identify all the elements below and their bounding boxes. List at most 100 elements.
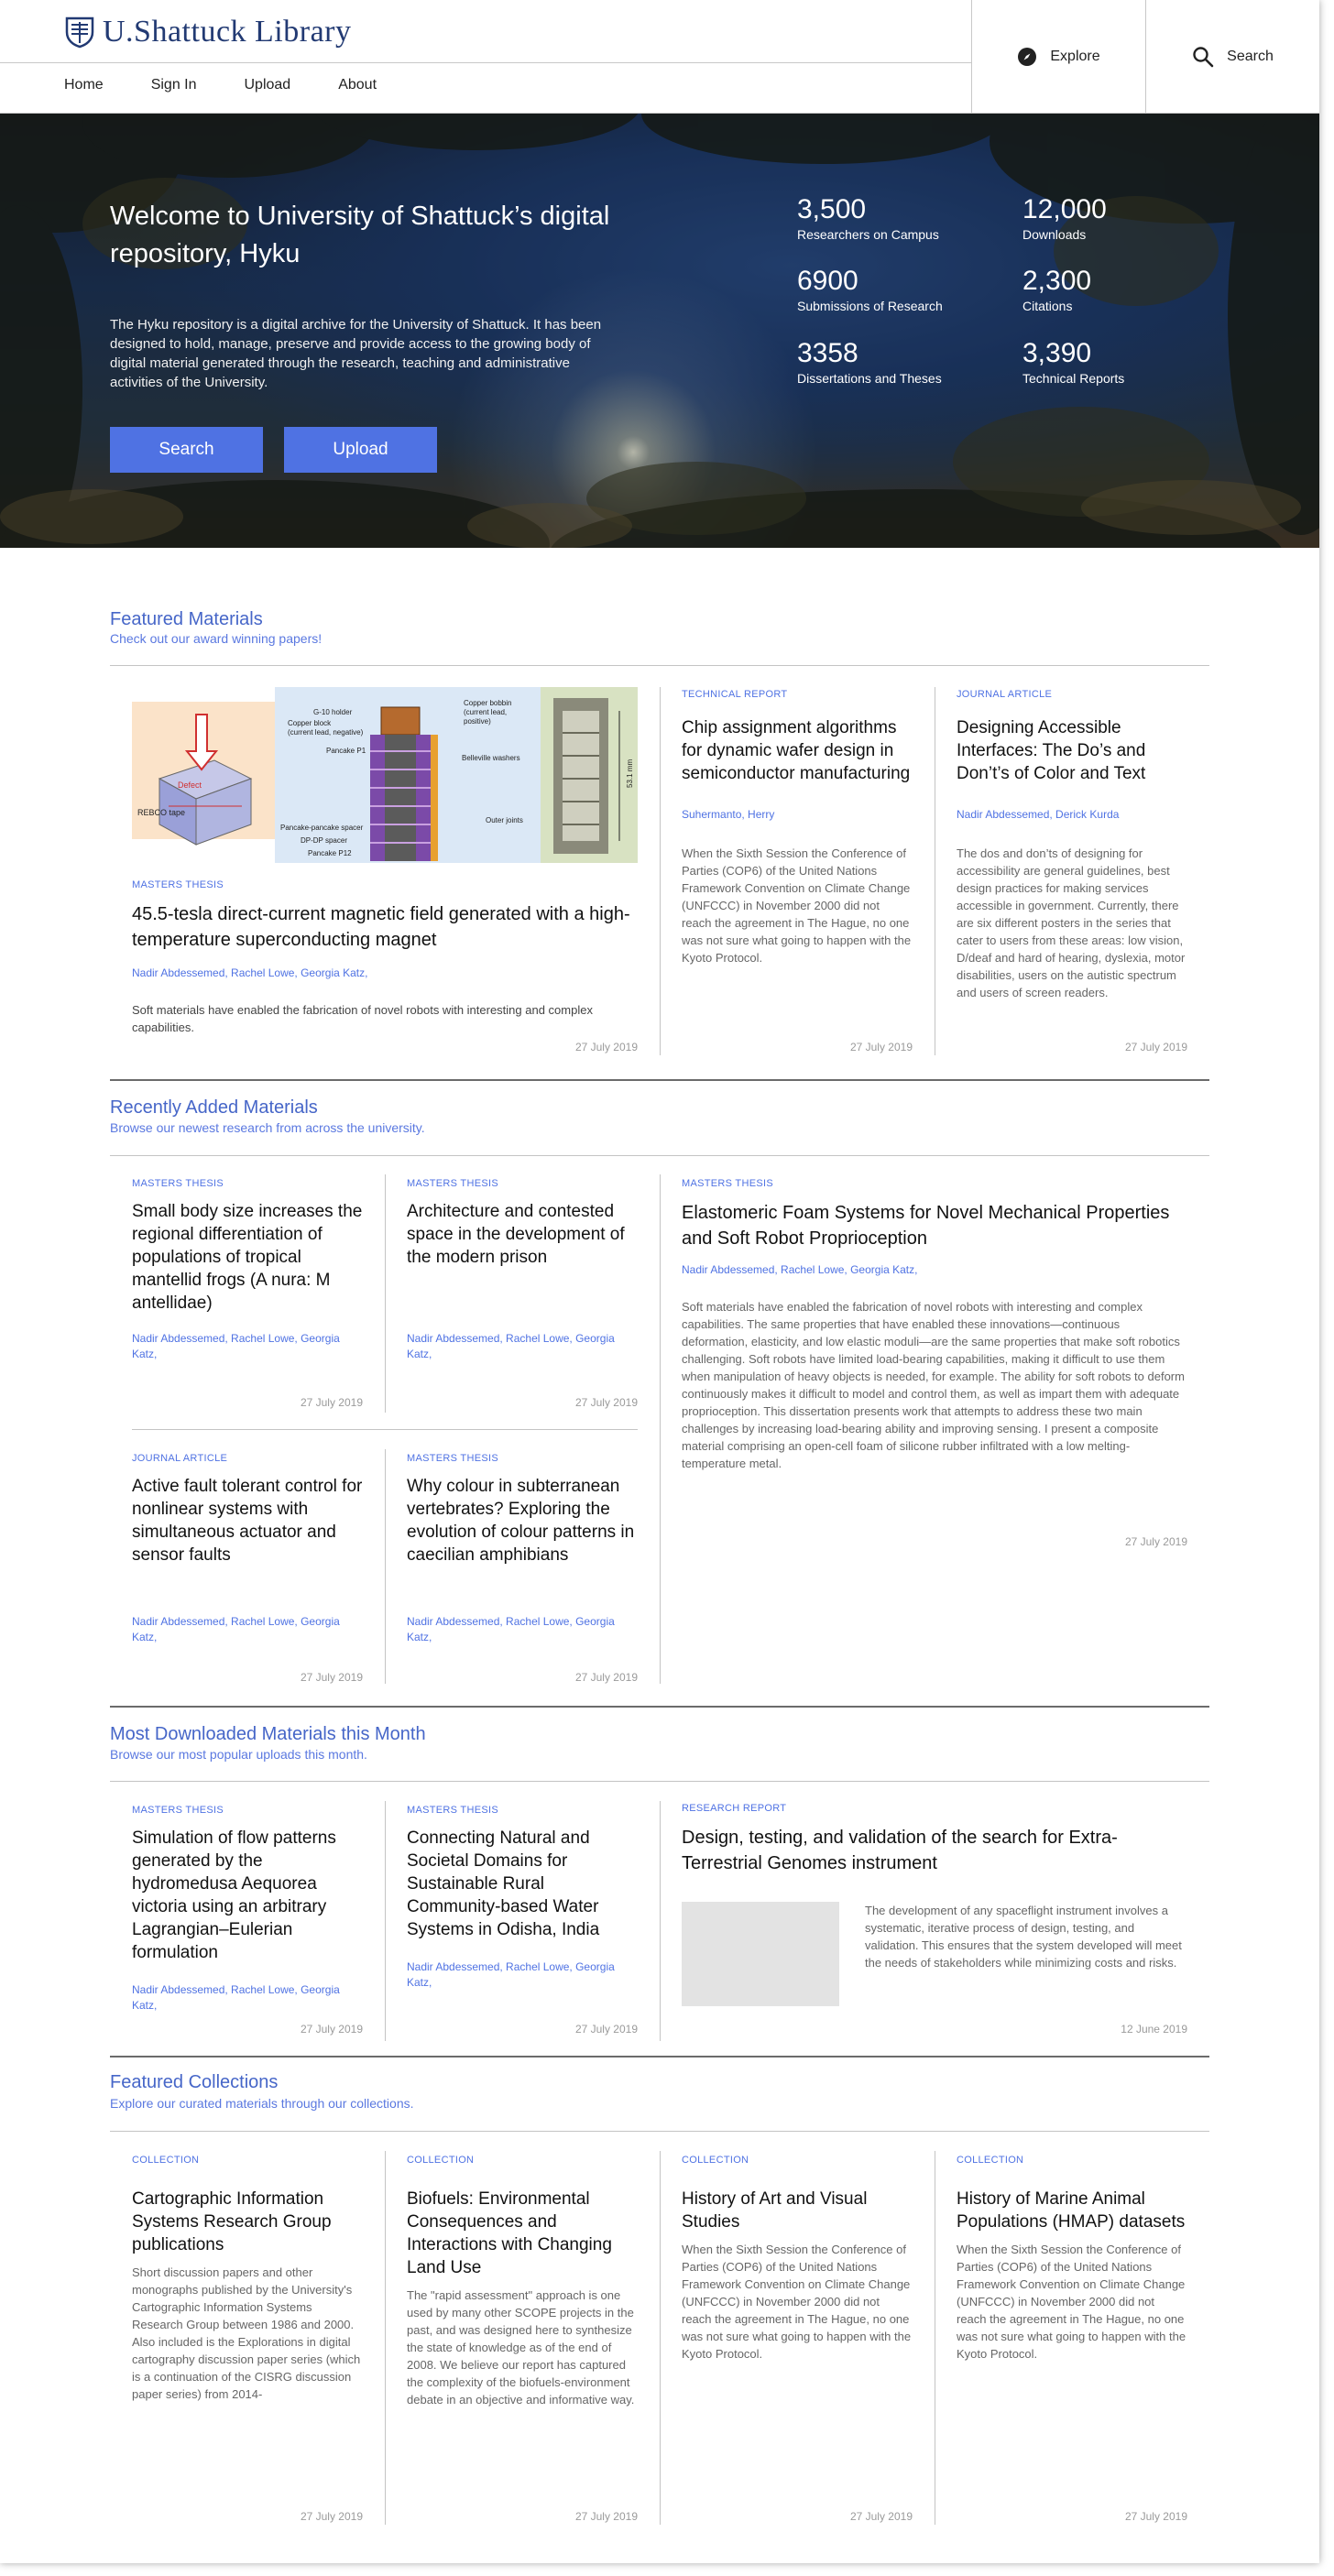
nav-about[interactable]: About	[338, 77, 377, 93]
card-type: MASTERS THESIS	[407, 1805, 498, 1816]
downloaded-card[interactable]: MASTERS THESIS Simulation of flow patter…	[132, 1805, 363, 2037]
card-date: 27 July 2019	[300, 2023, 363, 2036]
card-type: JOURNAL ARTICLE	[132, 1453, 228, 1464]
card-description: The "rapid assessment" approach is one u…	[407, 2288, 635, 2407]
hero-description: The Hyku repository is a digital archive…	[110, 317, 602, 390]
collection-card[interactable]: COLLECTION History of Marine Animal Popu…	[957, 2155, 1187, 2525]
stat-dissertations: 3358 Dissertations and Theses	[797, 338, 942, 386]
card-authors[interactable]: Nadir Abdessemed, Rachel Lowe, Georgia K…	[132, 966, 638, 981]
brand[interactable]: U.Shattuck Library	[64, 15, 352, 49]
card-description: Soft materials have enabled the fabricat…	[132, 1003, 593, 1034]
stat-submissions: 6900 Submissions of Research	[797, 266, 943, 313]
column-divider	[660, 1174, 661, 1684]
explore-label: Explore	[1050, 49, 1100, 64]
recent-card[interactable]: MASTERS THESIS Small body size increases…	[132, 1178, 363, 1411]
card-title[interactable]: Active fault tolerant control for nonlin…	[132, 1475, 363, 1566]
stat-label: Citations	[1022, 299, 1073, 313]
card-authors[interactable]: Suhermanto, Herry	[682, 807, 913, 823]
fig-label: (current lead, negative)	[288, 728, 364, 737]
recent-card[interactable]: MASTERS THESIS Why colour in subterranea…	[407, 1453, 638, 1686]
featured-title: Featured Materials	[110, 609, 263, 629]
search-label: Search	[1227, 49, 1274, 64]
card-title[interactable]: History of Art and Visual Studies	[682, 2188, 913, 2233]
card-type: TECHNICAL REPORT	[682, 689, 788, 700]
card-date: 27 July 2019	[574, 2023, 638, 2036]
stat-label: Dissertations and Theses	[797, 371, 942, 386]
downloaded-card[interactable]: MASTERS THESIS Connecting Natural and So…	[407, 1805, 638, 2037]
card-type: MASTERS THESIS	[132, 1178, 224, 1189]
recent-wide-card[interactable]: MASTERS THESIS Elastomeric Foam Systems …	[682, 1178, 1187, 1554]
card-date: 27 July 2019	[849, 1041, 913, 1053]
recent-card[interactable]: MASTERS THESIS Architecture and conteste…	[407, 1178, 638, 1411]
card-title[interactable]: Chip assignment algorithms for dynamic w…	[682, 716, 913, 785]
card-description: Soft materials have enabled the fabricat…	[682, 1300, 1185, 1470]
row-divider	[132, 1429, 638, 1430]
nav-sign-in[interactable]: Sign In	[151, 77, 197, 93]
card-title[interactable]: Cartographic Information Systems Researc…	[132, 2188, 363, 2256]
card-title[interactable]: Why colour in subterranean vertebrates? …	[407, 1475, 638, 1566]
stat-label: Submissions of Research	[797, 299, 943, 313]
card-authors[interactable]: Nadir Abdessemed, Derick Kurda	[957, 807, 1187, 823]
card-title[interactable]: Designing Accessible Interfaces: The Do’…	[957, 716, 1187, 785]
downloaded-wide-card[interactable]: RESEARCH REPORT Design, testing, and val…	[682, 1803, 1187, 2037]
card-title[interactable]: Connecting Natural and Societal Domains …	[407, 1827, 638, 1941]
card-authors[interactable]: Nadir Abdessemed, Rachel Lowe, Georgia K…	[132, 1982, 363, 2014]
search-icon	[1192, 46, 1214, 68]
card-title[interactable]: Simulation of flow patterns generated by…	[132, 1827, 363, 1964]
fig-label: (current lead,	[464, 708, 507, 716]
card-description: When the Sixth Session the Conference of…	[682, 2243, 912, 2361]
recent-card[interactable]: JOURNAL ARTICLE Active fault tolerant co…	[132, 1453, 363, 1686]
card-authors[interactable]: Nadir Abdessemed, Rachel Lowe, Georgia K…	[407, 1331, 638, 1362]
featured-side-card[interactable]: JOURNAL ARTICLE Designing Accessible Int…	[957, 689, 1187, 1055]
featured-main-card[interactable]: REBCO tape Defect G-10 holder Copper blo…	[132, 687, 638, 1055]
header-divider	[0, 62, 971, 63]
card-date: 27 July 2019	[849, 2510, 913, 2523]
main-nav: Home Sign In Upload About	[64, 77, 424, 93]
hero-search-button[interactable]: Search	[110, 427, 263, 473]
card-type: MASTERS THESIS	[407, 1453, 498, 1464]
downloaded-title: Most Downloaded Materials this Month	[110, 1724, 426, 1744]
fig-label: Copper block	[288, 719, 332, 727]
card-authors[interactable]: Nadir Abdessemed, Rachel Lowe, Georgia K…	[407, 1959, 638, 1991]
fig-label-rebco: REBCO tape	[137, 808, 185, 817]
fig-label: Pancake P1	[326, 747, 366, 755]
card-title[interactable]: Biofuels: Environmental Consequences and…	[407, 2188, 638, 2279]
brand-name: U.Shattuck Library	[103, 15, 352, 49]
card-title[interactable]: Architecture and contested space in the …	[407, 1200, 638, 1269]
explore-button[interactable]: Explore	[971, 0, 1145, 114]
recent-subtitle: Browse our newest research from across t…	[110, 1120, 425, 1135]
card-date: 27 July 2019	[1124, 2510, 1187, 2523]
nav-upload[interactable]: Upload	[245, 77, 291, 93]
card-title[interactable]: Elastomeric Foam Systems for Novel Mecha…	[682, 1200, 1187, 1251]
card-title[interactable]: Design, testing, and validation of the s…	[682, 1825, 1187, 1876]
stat-value: 6900	[797, 266, 858, 296]
stat-value: 2,300	[1022, 266, 1092, 296]
featured-side-card[interactable]: TECHNICAL REPORT Chip assignment algorit…	[682, 689, 913, 1055]
card-type: MASTERS THESIS	[407, 1178, 498, 1189]
nav-home[interactable]: Home	[64, 77, 104, 93]
card-title[interactable]: 45.5-tesla direct-current magnetic field…	[132, 901, 638, 953]
section-divider	[110, 2056, 1209, 2058]
card-authors[interactable]: Nadir Abdessemed, Rachel Lowe, Georgia K…	[407, 1614, 638, 1645]
stat-value: 3358	[797, 338, 858, 368]
fig-label: Pancake P12	[308, 849, 352, 857]
card-date: 27 July 2019	[574, 1671, 638, 1684]
collection-card[interactable]: COLLECTION Biofuels: Environmental Conse…	[407, 2155, 638, 2525]
section-rule	[110, 1155, 1209, 1156]
card-authors[interactable]: Nadir Abdessemed, Rachel Lowe, Georgia K…	[682, 1262, 1187, 1278]
section-rule	[110, 1781, 1209, 1782]
card-authors[interactable]: Nadir Abdessemed, Rachel Lowe, Georgia K…	[132, 1331, 363, 1362]
collection-card[interactable]: COLLECTION Cartographic Information Syst…	[132, 2155, 363, 2525]
collection-card[interactable]: COLLECTION History of Art and Visual Stu…	[682, 2155, 913, 2525]
fig-label: G-10 holder	[313, 708, 353, 716]
card-description: The development of any spaceflight instr…	[865, 1904, 1182, 1970]
fig-label: Outer joints	[486, 816, 523, 824]
card-authors[interactable]: Nadir Abdessemed, Rachel Lowe, Georgia K…	[132, 1614, 363, 1645]
card-title[interactable]: Small body size increases the regional d…	[132, 1200, 363, 1315]
card-date: 27 July 2019	[574, 1041, 638, 1053]
hero-upload-button[interactable]: Upload	[284, 427, 437, 473]
report-thumbnail[interactable]	[682, 1902, 839, 2006]
card-title[interactable]: History of Marine Animal Populations (HM…	[957, 2188, 1187, 2233]
header-search-button[interactable]: Search	[1145, 0, 1319, 114]
card-type: JOURNAL ARTICLE	[957, 689, 1053, 700]
